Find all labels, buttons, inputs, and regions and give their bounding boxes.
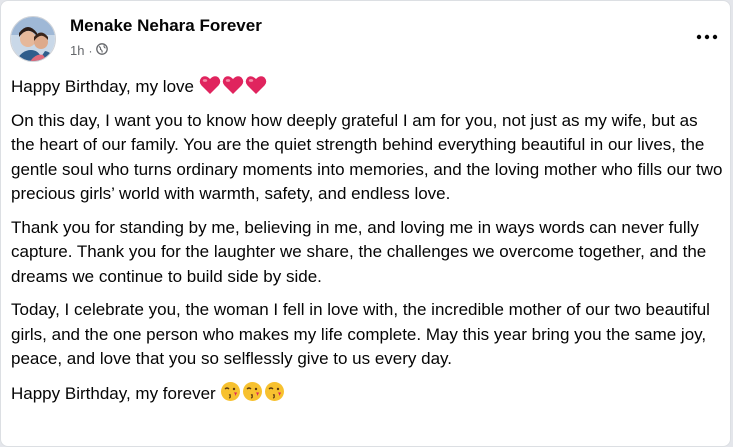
post-body: Happy Birthday, my love On this day, I w… — [11, 75, 725, 415]
more-options-icon[interactable] — [694, 24, 720, 50]
heart-emoji — [245, 76, 266, 94]
closing-text: Happy Birthday, my forever — [11, 383, 216, 403]
heart-emojis — [199, 76, 268, 96]
greeting-line: Happy Birthday, my love — [11, 75, 725, 100]
author-name[interactable]: Menake Nehara Forever — [70, 16, 262, 36]
globe-icon[interactable] — [96, 43, 109, 58]
heart-emoji — [199, 76, 220, 94]
post-paragraph-2: Thank you for standing by me, believing … — [11, 217, 707, 286]
kiss-emoji — [243, 381, 263, 401]
avatar-photo — [11, 17, 55, 61]
meta-separator: · — [88, 43, 93, 58]
post-header: Menake Nehara Forever 1h · — [10, 10, 722, 66]
greeting-text: Happy Birthday, my love — [11, 77, 194, 96]
closing-line: Happy Birthday, my forever — [11, 381, 725, 407]
post-card: Menake Nehara Forever 1h · Happy Birthda… — [0, 0, 731, 447]
heart-emoji — [222, 76, 243, 94]
kiss-emojis — [220, 381, 286, 403]
post-paragraph-1: On this day, I want you to know how deep… — [11, 110, 723, 204]
kiss-emoji — [265, 381, 285, 401]
author-avatar[interactable] — [10, 16, 56, 62]
post-paragraph-3: Today, I celebrate you, the woman I fell… — [11, 300, 710, 368]
post-time[interactable]: 1h — [70, 43, 84, 58]
post-meta: 1h · — [70, 43, 109, 58]
kiss-emoji — [221, 381, 241, 401]
